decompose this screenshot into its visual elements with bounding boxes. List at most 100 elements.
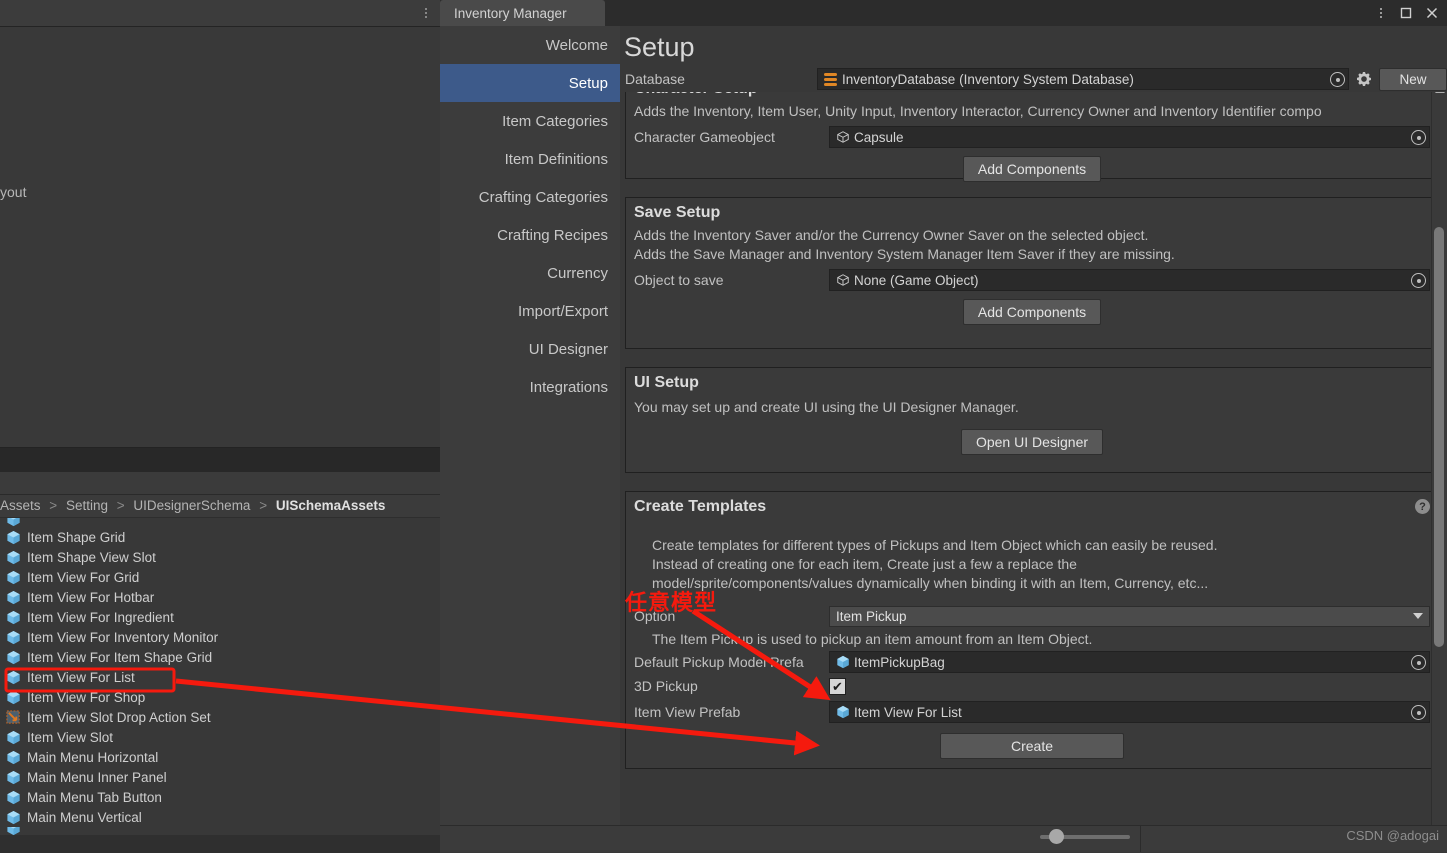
new-database-button[interactable]: New: [1379, 67, 1447, 91]
pickup-3d-checkbox[interactable]: ✔: [829, 677, 846, 695]
button-label: Add Components: [977, 304, 1087, 320]
save-setup-description-line1: Adds the Inventory Saver and/or the Curr…: [634, 227, 1149, 243]
gear-icon[interactable]: [1353, 68, 1375, 90]
kebab-menu-icon[interactable]: [1375, 5, 1387, 21]
object-picker-icon[interactable]: [1410, 272, 1427, 289]
sidebar-item-crafting-recipes[interactable]: Crafting Recipes: [440, 216, 620, 254]
create-templates-description-line1: Create templates for different types of …: [652, 537, 1218, 553]
list-item-partial[interactable]: [0, 827, 440, 835]
list-item-label: Item View For Grid: [27, 569, 140, 585]
list-item[interactable]: Item Shape Grid: [0, 527, 440, 547]
list-item[interactable]: Item View For Inventory Monitor: [0, 627, 440, 647]
prefab-cube-icon: [6, 630, 21, 645]
close-icon[interactable]: [1425, 6, 1439, 20]
sidebar-item-import-export[interactable]: Import/Export: [440, 292, 620, 330]
list-item-label: Item View For Item Shape Grid: [27, 649, 213, 665]
breadcrumb-separator-icon: >: [49, 498, 58, 513]
list-item[interactable]: Item View For Grid: [0, 567, 440, 587]
inventory-manager-nav: Welcome Setup Item Categories Item Defin…: [440, 26, 620, 852]
database-object-field[interactable]: InventoryDatabase (Inventory System Data…: [817, 68, 1349, 90]
list-item[interactable]: Item View Slot Drop Action Set: [0, 707, 440, 727]
tab-inventory-manager[interactable]: Inventory Manager: [440, 0, 605, 26]
annotation-chinese-note: 任意模型: [625, 591, 718, 616]
create-button[interactable]: Create: [940, 733, 1124, 759]
sidebar-item-integrations[interactable]: Integrations: [440, 368, 620, 406]
sidebar-item-ui-designer[interactable]: UI Designer: [440, 330, 620, 368]
object-to-save-field[interactable]: None (Game Object): [829, 269, 1430, 291]
sidebar-item-setup[interactable]: Setup: [440, 64, 620, 102]
breadcrumb-item-assets[interactable]: Assets: [0, 498, 41, 513]
option-dropdown[interactable]: Item Pickup: [829, 605, 1430, 627]
help-icon[interactable]: ?: [1415, 499, 1430, 514]
sidebar-item-currency[interactable]: Currency: [440, 254, 620, 292]
character-gameobject-label: Character Gameobject: [634, 129, 775, 145]
asset-list[interactable]: Item Shape Grid Item Shape View Slot Ite…: [0, 518, 440, 835]
add-components-button-save[interactable]: Add Components: [962, 299, 1102, 325]
object-to-save-row: Object to save None (Game Object): [634, 268, 1430, 292]
list-item[interactable]: Item View For Ingredient: [0, 607, 440, 627]
maximize-icon[interactable]: [1399, 6, 1413, 20]
object-picker-icon[interactable]: [1410, 654, 1427, 671]
object-to-save-value: None (Game Object): [854, 272, 979, 288]
default-pickup-model-field[interactable]: ItemPickupBag: [829, 651, 1430, 673]
sidebar-item-welcome[interactable]: Welcome: [440, 26, 620, 64]
list-item-label: Main Menu Inner Panel: [27, 769, 167, 785]
inventory-manager-statusbar: [440, 825, 1447, 852]
object-picker-icon[interactable]: [1410, 129, 1427, 146]
list-item[interactable]: Item View Slot: [0, 727, 440, 747]
open-ui-designer-row: Open UI Designer: [634, 429, 1430, 455]
kebab-menu-icon[interactable]: [420, 4, 432, 22]
object-picker-icon[interactable]: [1329, 71, 1346, 88]
background-dark-strip: [0, 447, 440, 474]
save-setup-section: Save Setup Adds the Inventory Saver and/…: [625, 197, 1439, 349]
character-gameobject-field[interactable]: Capsule: [829, 126, 1430, 148]
list-item[interactable]: Main Menu Inner Panel: [0, 767, 440, 787]
list-item[interactable]: Item View For Hotbar: [0, 587, 440, 607]
list-item[interactable]: Item View For Shop: [0, 687, 440, 707]
list-item-label: Item View Slot Drop Action Set: [27, 709, 211, 725]
add-components-button-character[interactable]: Add Components: [962, 156, 1102, 182]
sidebar-item-item-definitions[interactable]: Item Definitions: [440, 140, 620, 178]
breadcrumb-item-uischemaassets[interactable]: UISchemaAssets: [276, 498, 386, 513]
character-gameobject-row: Character Gameobject Capsule: [634, 125, 1430, 149]
prefab-cube-icon: [6, 670, 21, 685]
default-pickup-model-value: ItemPickupBag: [854, 654, 945, 670]
list-item[interactable]: Main Menu Horizontal: [0, 747, 440, 767]
create-row: Create: [634, 733, 1430, 759]
statusbar-divider: [1140, 826, 1141, 852]
item-view-prefab-value: Item View For List: [854, 704, 962, 720]
content-scrollbar[interactable]: [1431, 83, 1447, 852]
prefab-cube-icon: [6, 610, 21, 625]
sidebar-item-label: Currency: [547, 264, 608, 282]
scrollbar-thumb[interactable]: [1434, 227, 1444, 647]
prefab-cube-icon: [6, 570, 21, 585]
item-view-prefab-field[interactable]: Item View For List: [829, 701, 1430, 723]
breadcrumb-item-setting[interactable]: Setting: [66, 498, 108, 513]
object-picker-icon[interactable]: [1410, 704, 1427, 721]
list-item-label: Item View For Inventory Monitor: [27, 629, 219, 645]
zoom-slider-knob[interactable]: [1049, 829, 1064, 844]
list-item[interactable]: Main Menu Vertical: [0, 807, 440, 827]
list-item-partial[interactable]: [0, 518, 440, 527]
sidebar-item-label: Crafting Categories: [478, 188, 608, 206]
new-button-label: New: [1399, 71, 1427, 87]
list-item[interactable]: Main Menu Tab Button: [0, 787, 440, 807]
list-item-item-view-for-list[interactable]: Item View For List: [0, 667, 440, 687]
breadcrumb-item-uidesignerschema[interactable]: UIDesignerSchema: [133, 498, 250, 513]
page-title: Setup: [624, 32, 695, 62]
background-fragment-label: yout: [0, 184, 27, 200]
list-item[interactable]: Item Shape View Slot: [0, 547, 440, 567]
sidebar-item-item-categories[interactable]: Item Categories: [440, 102, 620, 140]
breadcrumb[interactable]: Assets > Setting > UIDesignerSchema > UI…: [0, 495, 440, 518]
project-browser-panel: Assets > Setting > UIDesignerSchema > UI…: [0, 494, 440, 853]
list-item-label: Item View For Shop: [27, 689, 146, 705]
create-templates-title: Create Templates: [634, 498, 767, 515]
sidebar-item-crafting-categories[interactable]: Crafting Categories: [440, 178, 620, 216]
save-setup-description-line2: Adds the Save Manager and Inventory Syst…: [634, 246, 1175, 262]
ui-setup-title: UI Setup: [634, 374, 699, 391]
list-item-label: Item View For List: [27, 669, 135, 685]
open-ui-designer-button[interactable]: Open UI Designer: [960, 429, 1104, 455]
default-pickup-model-row: Default Pickup Model Prefa ItemPickupBag: [634, 650, 1430, 674]
list-item[interactable]: Item View For Item Shape Grid: [0, 647, 440, 667]
